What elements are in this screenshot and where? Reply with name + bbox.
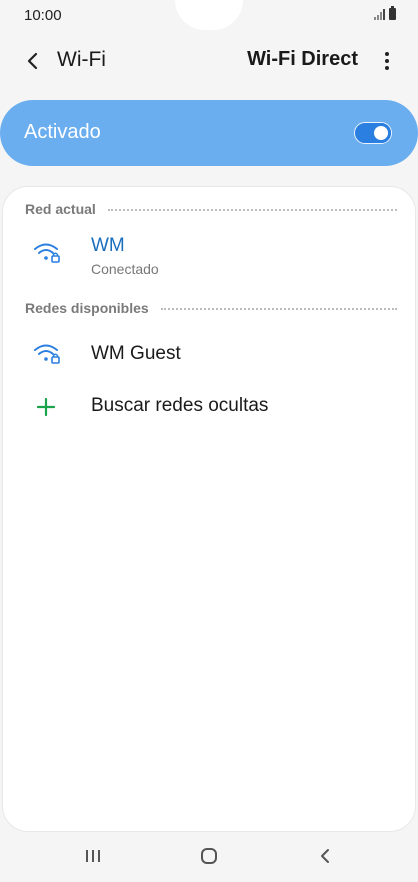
status-bar: 10:00 bbox=[0, 0, 418, 32]
status-icons bbox=[374, 6, 396, 20]
current-network-status: Conectado bbox=[91, 261, 159, 277]
page-title: Wi-Fi bbox=[57, 48, 106, 71]
camera-notch bbox=[175, 0, 243, 30]
current-network-title: Red actual bbox=[25, 201, 96, 217]
wifi-locked-icon bbox=[33, 241, 61, 265]
system-nav-bar bbox=[0, 834, 418, 882]
network-list-card: Red actual WM Conectado Redes disponible… bbox=[2, 186, 416, 832]
section-divider bbox=[107, 209, 397, 211]
available-networks-header: Redes disponibles bbox=[25, 300, 397, 316]
plus-icon bbox=[36, 397, 56, 417]
status-time: 10:00 bbox=[24, 7, 62, 24]
app-header: Wi-Fi Wi-Fi Direct bbox=[0, 36, 418, 86]
available-networks-title: Redes disponibles bbox=[25, 300, 149, 316]
current-network-name: WM bbox=[91, 235, 125, 256]
current-network-item[interactable]: WM Conectado bbox=[3, 227, 415, 287]
available-network-item[interactable]: WM Guest bbox=[3, 332, 415, 376]
more-options-icon[interactable] bbox=[380, 49, 394, 73]
add-hidden-network-item[interactable]: Buscar redes ocultas bbox=[3, 385, 415, 429]
battery-icon bbox=[389, 6, 396, 20]
back-icon[interactable] bbox=[316, 846, 334, 871]
signal-icon bbox=[374, 8, 385, 20]
back-arrow-icon[interactable] bbox=[22, 49, 44, 73]
wifi-toggle-bar[interactable]: Activado bbox=[0, 100, 418, 166]
home-icon[interactable] bbox=[199, 846, 219, 871]
available-network-name: WM Guest bbox=[91, 343, 181, 364]
add-hidden-network-label: Buscar redes ocultas bbox=[91, 395, 269, 416]
recent-apps-icon[interactable] bbox=[84, 846, 102, 871]
current-network-header: Red actual bbox=[25, 201, 397, 217]
wifi-switch-knob bbox=[371, 123, 391, 143]
wifi-switch[interactable] bbox=[354, 122, 392, 144]
section-divider bbox=[160, 308, 397, 310]
wifi-direct-button[interactable]: Wi-Fi Direct bbox=[247, 48, 358, 71]
wifi-locked-icon bbox=[33, 342, 61, 366]
wifi-toggle-label: Activado bbox=[24, 121, 101, 143]
